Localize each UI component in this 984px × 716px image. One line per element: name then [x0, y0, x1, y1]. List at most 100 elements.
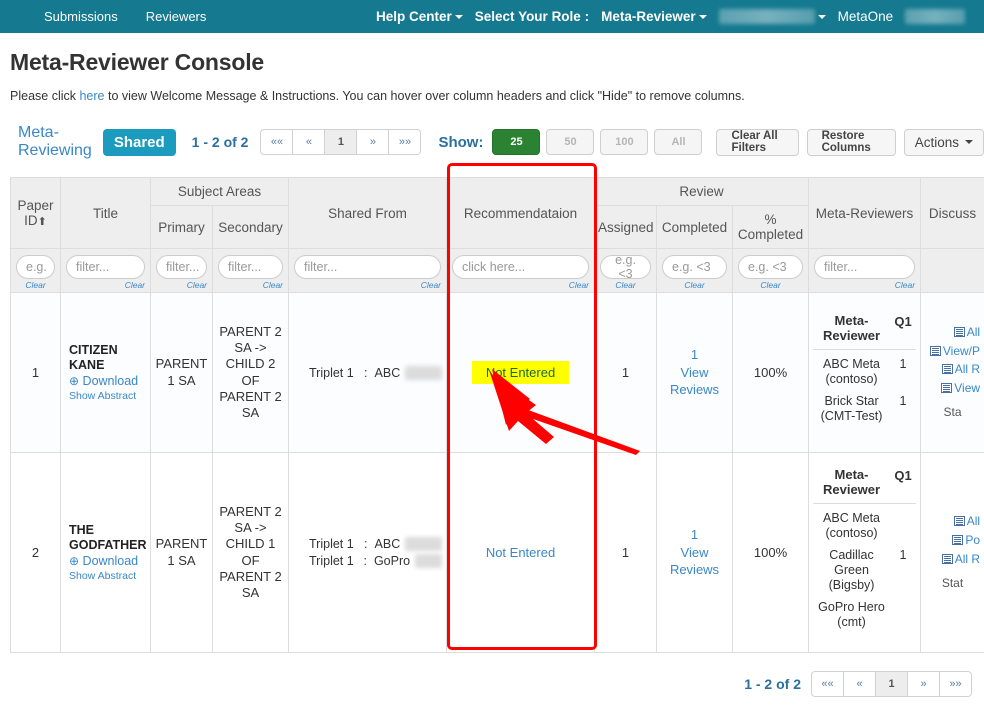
cell-meta-reviewers: Meta-Reviewer Q1 ABC Meta (contoso) Cadi…: [808, 452, 922, 653]
redacted-block-icon: [905, 9, 966, 25]
col-group-subject-areas[interactable]: Subject Areas: [150, 177, 289, 206]
clear-filter-title[interactable]: Clear: [66, 280, 145, 290]
col-header-primary[interactable]: Primary: [150, 205, 213, 249]
show-option-100[interactable]: 100: [600, 129, 649, 155]
list-icon: [941, 382, 953, 393]
toolbar: Meta-Reviewing Shared 1 - 2 of 2 «« « 1 …: [10, 120, 984, 164]
nav-role-dropdown[interactable]: Meta-Reviewer: [595, 9, 713, 24]
list-icon: [953, 327, 965, 338]
col-header-paper-id[interactable]: Paper ID⬆: [10, 177, 61, 249]
instructions-here-link[interactable]: here: [79, 89, 104, 103]
download-link[interactable]: ⊕ Download: [69, 374, 146, 388]
meta-reviewer-entry: ABC Meta (contoso): [813, 511, 916, 541]
clear-filter-completed[interactable]: Clear: [662, 280, 727, 290]
show-option-25[interactable]: 25: [492, 129, 541, 155]
show-option-all[interactable]: All: [654, 129, 703, 155]
view-reviews-link[interactable]: View Reviews: [661, 364, 728, 399]
clear-filter-meta-reviewers[interactable]: Clear: [814, 280, 915, 290]
nav-link-submissions[interactable]: Submissions: [30, 9, 132, 24]
discuss-link-all-r[interactable]: All R: [925, 360, 980, 379]
filter-input-secondary[interactable]: filter...: [218, 255, 283, 279]
chevron-down-icon: [817, 14, 826, 19]
download-link[interactable]: ⊕ Download: [69, 554, 146, 568]
pager-last-button[interactable]: »»: [388, 129, 422, 155]
filter-input-completed[interactable]: e.g. <3: [662, 255, 727, 279]
col-header-recommendation[interactable]: Recommendataion: [446, 177, 595, 249]
list-icon: [952, 534, 964, 545]
bottom-pager-prev-button[interactable]: «: [843, 671, 876, 697]
filter-input-meta-reviewers[interactable]: filter...: [814, 255, 916, 279]
show-option-50[interactable]: 50: [546, 129, 595, 155]
sort-ascending-icon[interactable]: ⬆: [38, 216, 47, 228]
col-header-pct-completed[interactable]: % Completed: [731, 205, 810, 249]
clear-filter-pct-completed[interactable]: Clear: [738, 280, 803, 290]
show-abstract-link[interactable]: Show Abstract: [69, 390, 146, 402]
nav-user-redacted[interactable]: [713, 9, 832, 25]
shared-from-triplet: Triplet 1: [309, 537, 354, 551]
navbar-center: Help Center Select Your Role : Meta-Revi…: [370, 9, 971, 25]
filter-input-shared-from[interactable]: filter...: [294, 255, 441, 279]
download-icon: ⊕: [69, 374, 80, 389]
clear-filter-shared-from[interactable]: Clear: [294, 280, 441, 290]
col-header-discuss[interactable]: Discuss: [920, 177, 984, 249]
table-row[interactable]: 1 CITIZEN KANE ⊕ Download Show Abstract …: [10, 292, 984, 453]
cell-recommendation[interactable]: Not Entered: [446, 292, 595, 453]
recommendation-value[interactable]: Not Entered: [486, 545, 555, 560]
meta-reviewer-subheader: Meta-Reviewer Q1: [813, 313, 917, 350]
cell-recommendation[interactable]: Not Entered: [446, 452, 595, 653]
filter-input-pct-completed[interactable]: e.g. <3: [738, 255, 804, 279]
show-abstract-link[interactable]: Show Abstract: [69, 570, 146, 582]
discuss-link-all[interactable]: All: [925, 512, 980, 531]
restore-columns-button[interactable]: Restore Columns: [806, 128, 896, 156]
filter-cell-secondary: filter... Clear: [212, 248, 289, 293]
col-header-title[interactable]: Title: [60, 177, 151, 249]
clear-filter-secondary[interactable]: Clear: [218, 280, 283, 290]
pager-page-1-button[interactable]: 1: [324, 129, 358, 155]
bottom-pager-page-1-button[interactable]: 1: [875, 671, 908, 697]
list-icon: [953, 516, 965, 527]
table-row[interactable]: 2 THE GODFATHER ⊕ Download Show Abstract…: [10, 452, 984, 653]
pager-next-button[interactable]: »: [356, 129, 390, 155]
discuss-link-view-posts[interactable]: View/P: [925, 342, 980, 361]
clear-filter-primary[interactable]: Clear: [156, 280, 207, 290]
discuss-link-all-r[interactable]: All R: [925, 550, 980, 569]
clear-all-filters-button[interactable]: Clear All Filters: [716, 128, 799, 156]
col-header-shared-from[interactable]: Shared From: [288, 177, 447, 249]
discuss-link-view[interactable]: View: [925, 379, 980, 398]
clear-filter-recommendation[interactable]: Clear: [452, 280, 589, 290]
tab-meta-reviewing[interactable]: Meta-Reviewing: [10, 120, 100, 164]
filter-input-assigned[interactable]: e.g. <3: [600, 253, 651, 281]
filter-input-paper-id[interactable]: e.g.: [16, 255, 55, 279]
pager-first-button[interactable]: ««: [260, 129, 294, 155]
pager-prev-button[interactable]: «: [292, 129, 326, 155]
clear-filter-assigned[interactable]: Clear: [600, 280, 651, 290]
col-group-review[interactable]: Review: [593, 177, 810, 206]
filter-cell-meta-reviewers: filter... Clear: [808, 248, 922, 293]
papers-table: Paper ID⬆ Title Subject Areas Shared Fro…: [10, 177, 984, 653]
title-block: CITIZEN KANE ⊕ Download Show Abstract: [65, 343, 146, 403]
bottom-pager-first-button[interactable]: ««: [811, 671, 844, 697]
col-header-assigned[interactable]: Assigned: [594, 205, 657, 249]
clear-filter-paper-id[interactable]: Clear: [16, 280, 55, 290]
discuss-link-posts[interactable]: Po: [925, 531, 980, 550]
nav-conference-name[interactable]: MetaOne: [832, 9, 900, 24]
filter-input-primary[interactable]: filter...: [156, 255, 207, 279]
recommendation-value[interactable]: Not Entered: [471, 361, 570, 384]
filter-input-title[interactable]: filter...: [66, 255, 145, 279]
bottom-pager-last-button[interactable]: »»: [939, 671, 972, 697]
instructions-suffix: to view Welcome Message & Instructions. …: [104, 89, 745, 103]
discuss-status-text: Sta: [943, 405, 962, 420]
cell-paper-id: 1: [10, 292, 61, 453]
nav-help-center[interactable]: Help Center: [370, 9, 469, 24]
filter-input-recommendation[interactable]: click here...: [452, 255, 589, 279]
col-header-meta-reviewers[interactable]: Meta-Reviewers: [808, 177, 922, 249]
col-header-completed[interactable]: Completed: [656, 205, 733, 249]
col-header-secondary[interactable]: Secondary: [212, 205, 289, 249]
tab-shared[interactable]: Shared: [102, 128, 176, 156]
chevron-down-icon: [454, 15, 463, 20]
discuss-link-all[interactable]: All: [925, 323, 980, 342]
view-reviews-link[interactable]: View Reviews: [661, 544, 728, 579]
actions-button[interactable]: Actions: [903, 128, 984, 156]
nav-link-reviewers[interactable]: Reviewers: [132, 9, 221, 24]
bottom-pager-next-button[interactable]: »: [907, 671, 940, 697]
